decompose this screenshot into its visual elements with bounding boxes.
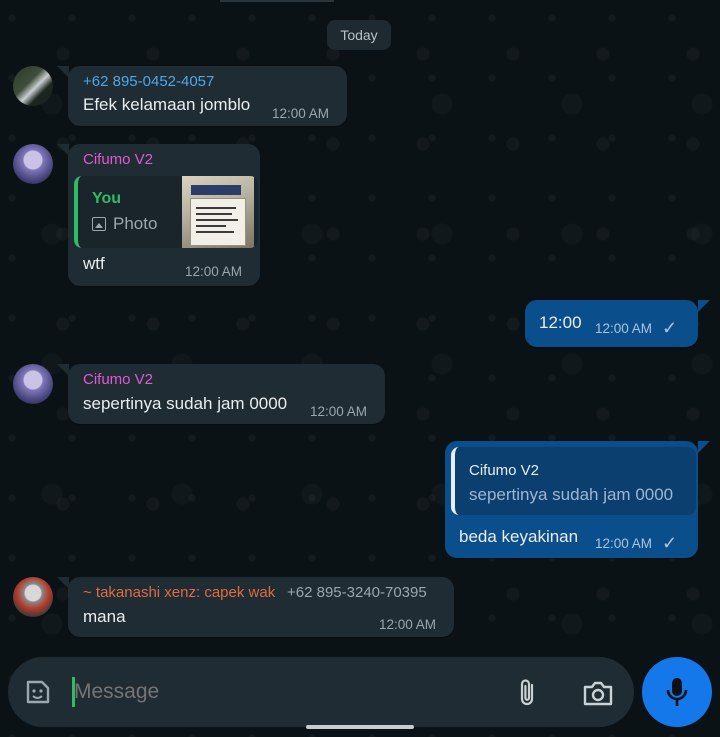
avatar-knight[interactable] (13, 577, 53, 617)
message-text: mana (83, 607, 126, 626)
message-bubble-outgoing[interactable]: 12:00 12:00 AM ✓ (525, 300, 698, 347)
message-time: 12:00 AM (595, 321, 653, 336)
message-time: 12:00 AM (185, 264, 243, 279)
bubble-tail (698, 300, 710, 312)
voice-record-button[interactable] (642, 657, 712, 727)
message-text: sepertinya sudah jam 0000 (83, 394, 288, 413)
quoted-media-label: Photo (92, 214, 192, 234)
sender-phone: +62 895-3240-70395 (287, 584, 427, 601)
avatar-anime-girl[interactable] (13, 364, 53, 404)
message-time: 12:00 AM (310, 404, 368, 419)
sent-check-icon: ✓ (662, 533, 678, 553)
message-time: 12:00 AM (595, 536, 653, 551)
attach-icon[interactable] (515, 677, 541, 709)
quoted-reply[interactable]: You Photo (74, 176, 258, 248)
quoted-photo-thumbnail (182, 176, 254, 248)
message-text: 12:00 (539, 313, 582, 332)
message-bubble-outgoing[interactable]: Cifumo V2 sepertinya sudah jam 0000 beda… (445, 441, 698, 558)
message-input[interactable] (74, 674, 494, 710)
quoted-author: You (92, 190, 122, 207)
sender-name[interactable]: +62 895-0452-4057 (83, 73, 214, 90)
sender-name[interactable]: ~ takanashi xenz: capek wak (83, 584, 275, 601)
sent-check-icon: ✓ (662, 318, 678, 338)
previous-message-edge (220, 0, 334, 2)
message-text: wtf (83, 254, 105, 273)
microphone-icon (666, 678, 688, 706)
text-cursor (72, 677, 75, 707)
sticker-icon[interactable] (23, 677, 53, 707)
quoted-text: sepertinya sudah jam 0000 (469, 485, 674, 504)
sender-name[interactable]: Cifumo V2 (83, 371, 153, 388)
avatar-phone-user[interactable] (13, 66, 53, 106)
quoted-media-text: Photo (113, 214, 158, 233)
message-text: beda keyakinan (459, 527, 579, 546)
quoted-reply[interactable]: Cifumo V2 sepertinya sudah jam 0000 (451, 447, 696, 515)
quoted-author: Cifumo V2 (469, 462, 540, 479)
camera-icon[interactable] (582, 678, 614, 708)
message-text: Efek kelamaan jomblo (83, 95, 251, 114)
photo-icon (92, 217, 106, 231)
message-time: 12:00 AM (272, 106, 330, 121)
home-indicator[interactable] (306, 725, 414, 729)
message-bubble-incoming[interactable]: ~ takanashi xenz: capek wak +62 895-3240… (68, 577, 454, 637)
bubble-tail (698, 441, 710, 453)
avatar-anime-girl[interactable] (13, 144, 53, 184)
message-bubble-incoming[interactable]: Cifumo V2 sepertinya sudah jam 0000 12:0… (68, 364, 385, 424)
message-time: 12:00 AM (379, 617, 437, 632)
date-chip: Today (327, 20, 391, 50)
message-bubble-incoming[interactable]: +62 895-0452-4057 Efek kelamaan jomblo 1… (68, 66, 347, 126)
sender-name[interactable]: Cifumo V2 (83, 151, 153, 168)
message-bubble-incoming[interactable]: Cifumo V2 You Photo wtf 12:00 AM (68, 144, 260, 286)
